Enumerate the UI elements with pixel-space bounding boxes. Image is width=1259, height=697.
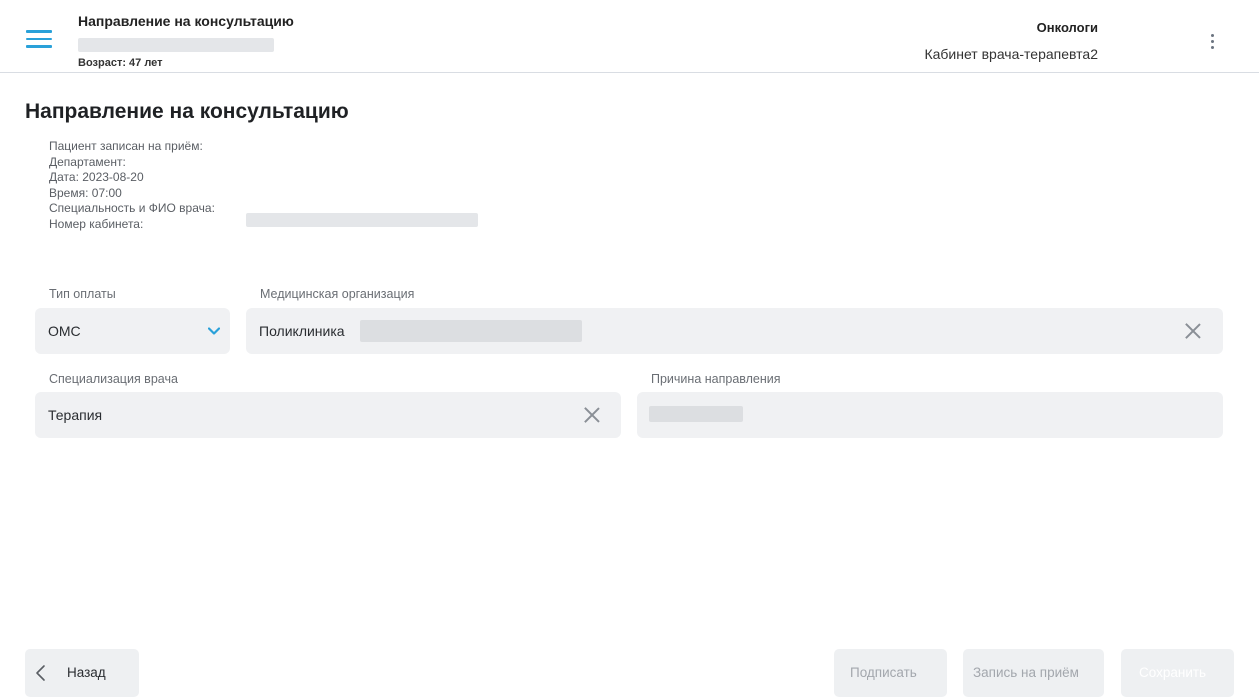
patient-name-redacted <box>78 38 274 52</box>
info-date: Дата: 2023-08-20 <box>49 170 144 184</box>
header-title: Направление на консультацию <box>78 13 294 29</box>
medical-org-field[interactable]: Поликлиника <box>246 308 1223 354</box>
patient-age: Возраст: 47 лет <box>78 57 163 69</box>
payment-type-label: Тип оплаты <box>49 287 116 301</box>
doctor-name-redacted <box>246 213 478 227</box>
more-vertical-icon[interactable] <box>1208 34 1216 52</box>
close-icon[interactable] <box>582 405 602 425</box>
payment-type-value: ОМС <box>48 323 81 339</box>
save-button-label: Сохранить <box>1139 665 1207 680</box>
payment-type-select[interactable]: ОМС <box>35 308 230 354</box>
back-button-label: Назад <box>67 665 106 680</box>
specialization-field[interactable]: Терапия <box>35 392 621 438</box>
reason-label: Причина направления <box>651 372 781 386</box>
medical-org-label: Медицинская организация <box>260 287 415 301</box>
save-button[interactable]: Сохранить <box>1121 649 1234 697</box>
chevron-down-icon[interactable] <box>208 325 220 337</box>
sign-button-label: Подписать <box>850 665 917 680</box>
back-button[interactable]: Назад <box>25 649 139 697</box>
info-time: Время: 07:00 <box>49 185 122 200</box>
top-bar: Направление на консультацию Возраст: 47 … <box>0 0 1259 73</box>
medical-org-name-redacted <box>360 320 582 342</box>
specialization-label: Специализация врача <box>49 372 178 386</box>
cabinet-name: Кабинет врача-терапевта2 <box>924 46 1098 62</box>
hamburger-menu-icon[interactable] <box>26 30 52 50</box>
reason-field[interactable] <box>637 392 1223 438</box>
info-department: Департамент: <box>49 154 126 169</box>
organization-name: Онкологи <box>1036 20 1098 35</box>
reason-redacted <box>649 406 743 422</box>
appointment-button[interactable]: Запись на приём <box>963 649 1104 697</box>
appointment-button-label: Запись на приём <box>973 665 1079 680</box>
info-room: Номер кабинета: <box>49 216 144 231</box>
specialization-value: Терапия <box>48 407 103 423</box>
close-icon[interactable] <box>1183 321 1203 341</box>
chevron-left-icon <box>36 665 45 681</box>
appointment-info: Пациент записан на приём: Департамент: Д… <box>49 139 215 232</box>
medical-org-value: Поликлиника <box>259 323 345 339</box>
info-patient-line: Пациент записан на приём: <box>49 139 203 153</box>
page-title: Направление на консультацию <box>25 100 349 123</box>
sign-button[interactable]: Подписать <box>834 649 947 697</box>
info-doctor: Специальность и ФИО врача: <box>49 201 215 215</box>
